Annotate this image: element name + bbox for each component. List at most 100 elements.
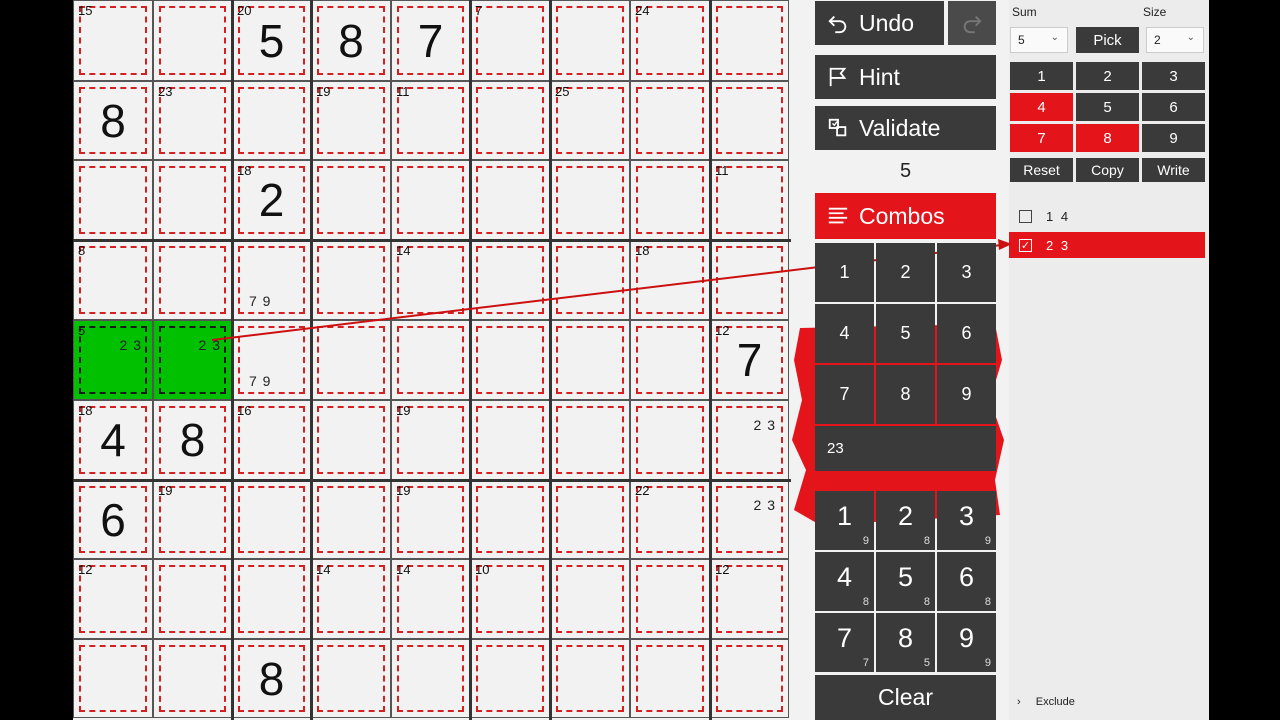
board-cell[interactable] bbox=[470, 480, 550, 559]
numpad-key-8[interactable]: 85 bbox=[876, 613, 935, 672]
board-cell[interactable] bbox=[232, 81, 311, 160]
sum-select[interactable]: 5 ⌄ bbox=[1010, 27, 1068, 53]
combo-checkbox[interactable] bbox=[1019, 209, 1032, 223]
board-cell[interactable] bbox=[73, 160, 153, 240]
combo-digit-7[interactable]: 7 bbox=[815, 365, 874, 424]
board-cell[interactable] bbox=[232, 559, 311, 639]
combo-digit-6[interactable]: 6 bbox=[937, 304, 996, 363]
board-cell[interactable]: 19 bbox=[391, 480, 470, 559]
panel-digit-4[interactable]: 4 bbox=[1010, 93, 1073, 121]
board-cell[interactable]: 19 bbox=[153, 480, 232, 559]
combo-list-item[interactable]: 1 4 bbox=[1009, 203, 1205, 229]
board-cell[interactable]: 6 bbox=[73, 480, 153, 559]
board-cell[interactable]: 8 bbox=[73, 240, 153, 320]
combo-digit-8[interactable]: 8 bbox=[876, 365, 935, 424]
reset-button[interactable]: Reset bbox=[1010, 158, 1073, 182]
combos-button[interactable]: Combos bbox=[815, 193, 996, 239]
numpad-key-3[interactable]: 39 bbox=[937, 491, 996, 550]
board-cell[interactable] bbox=[710, 81, 789, 160]
board-cell[interactable]: 18 bbox=[630, 240, 710, 320]
board-cell[interactable]: 16 bbox=[232, 400, 311, 480]
board-cell[interactable]: 8 bbox=[153, 400, 232, 480]
board-cell[interactable]: 7 bbox=[470, 0, 550, 81]
panel-digit-7[interactable]: 7 bbox=[1010, 124, 1073, 152]
board-cell[interactable] bbox=[630, 639, 710, 718]
board-cell[interactable] bbox=[470, 81, 550, 160]
board-cell[interactable] bbox=[630, 400, 710, 480]
board-cell[interactable]: 18 2 bbox=[232, 160, 311, 240]
clear-button[interactable]: Clear bbox=[815, 675, 996, 720]
board-cell[interactable]: 19 bbox=[311, 81, 391, 160]
board-cell[interactable] bbox=[550, 559, 630, 639]
board-cell[interactable] bbox=[232, 480, 311, 559]
size-select[interactable]: 2 ⌄ bbox=[1146, 27, 1204, 53]
numpad-key-7[interactable]: 77 bbox=[815, 613, 874, 672]
board-cell[interactable] bbox=[153, 240, 232, 320]
board-cell[interactable] bbox=[311, 480, 391, 559]
board-cell[interactable] bbox=[391, 639, 470, 718]
board-cell[interactable]: 11 bbox=[710, 160, 789, 240]
combo-digit-3[interactable]: 3 bbox=[937, 243, 996, 302]
board-cell[interactable] bbox=[630, 320, 710, 400]
panel-digit-1[interactable]: 1 bbox=[1010, 62, 1073, 90]
board-cell[interactable]: 12 bbox=[710, 559, 789, 639]
panel-digit-2[interactable]: 2 bbox=[1076, 62, 1139, 90]
board-cell[interactable] bbox=[153, 160, 232, 240]
numpad-key-5[interactable]: 58 bbox=[876, 552, 935, 611]
undo-button[interactable]: Undo bbox=[815, 1, 944, 45]
board-cell[interactable]: 10 bbox=[470, 559, 550, 639]
board-cell[interactable]: 12 7 bbox=[710, 320, 789, 400]
validate-button[interactable]: Validate bbox=[815, 106, 996, 150]
board-cell[interactable] bbox=[391, 160, 470, 240]
board-cell[interactable] bbox=[550, 400, 630, 480]
board-cell[interactable]: 7 bbox=[391, 0, 470, 81]
board-cell[interactable] bbox=[153, 0, 232, 81]
numpad-key-6[interactable]: 68 bbox=[937, 552, 996, 611]
board-cell[interactable] bbox=[311, 320, 391, 400]
board-cell[interactable] bbox=[311, 240, 391, 320]
combo-digit-9[interactable]: 9 bbox=[937, 365, 996, 424]
combo-entry-field[interactable]: 23 bbox=[815, 426, 996, 471]
combo-digit-5[interactable]: 5 bbox=[876, 304, 935, 363]
board-cell[interactable]: 20 5 bbox=[232, 0, 311, 81]
board-cell[interactable] bbox=[470, 240, 550, 320]
redo-button[interactable] bbox=[948, 1, 996, 45]
board-cell[interactable]: 7 9 bbox=[232, 320, 311, 400]
write-button[interactable]: Write bbox=[1142, 158, 1205, 182]
board-cell[interactable] bbox=[550, 0, 630, 81]
board-cell[interactable]: 2 3 bbox=[710, 480, 789, 559]
board-cell[interactable] bbox=[550, 320, 630, 400]
board-cell[interactable] bbox=[630, 559, 710, 639]
numpad-key-9[interactable]: 99 bbox=[937, 613, 996, 672]
board-cell[interactable]: 14 bbox=[391, 559, 470, 639]
board-cell[interactable] bbox=[311, 400, 391, 480]
board-cell[interactable] bbox=[311, 160, 391, 240]
combo-digit-4[interactable]: 4 bbox=[815, 304, 874, 363]
board-cell[interactable] bbox=[153, 559, 232, 639]
board-cell[interactable] bbox=[550, 639, 630, 718]
numpad-key-1[interactable]: 19 bbox=[815, 491, 874, 550]
board-cell[interactable]: 8 bbox=[232, 639, 311, 718]
exclude-expander[interactable]: › Exclude bbox=[1017, 696, 1075, 708]
board-cell[interactable]: 2 3 bbox=[710, 400, 789, 480]
numpad-key-4[interactable]: 48 bbox=[815, 552, 874, 611]
board-cell[interactable] bbox=[153, 639, 232, 718]
board-cell[interactable]: 14 bbox=[391, 240, 470, 320]
pick-button[interactable]: Pick bbox=[1076, 27, 1139, 53]
combo-digit-2[interactable]: 2 bbox=[876, 243, 935, 302]
board-cell[interactable]: 5 2 3 bbox=[73, 320, 153, 400]
copy-button[interactable]: Copy bbox=[1076, 158, 1139, 182]
board-cell[interactable]: 18 4 bbox=[73, 400, 153, 480]
board-cell[interactable]: 8 bbox=[73, 81, 153, 160]
board-cell[interactable]: 24 bbox=[630, 0, 710, 81]
combo-list-item[interactable]: ✓ 2 3 bbox=[1009, 232, 1205, 258]
board-cell[interactable]: 11 bbox=[391, 81, 470, 160]
board-cell[interactable]: 19 bbox=[391, 400, 470, 480]
board-cell[interactable] bbox=[550, 160, 630, 240]
board-cell[interactable]: 7 9 bbox=[232, 240, 311, 320]
panel-digit-9[interactable]: 9 bbox=[1142, 124, 1205, 152]
board-cell[interactable] bbox=[391, 320, 470, 400]
board-cell[interactable]: 2 3 bbox=[153, 320, 232, 400]
board-cell[interactable] bbox=[311, 639, 391, 718]
panel-digit-5[interactable]: 5 bbox=[1076, 93, 1139, 121]
